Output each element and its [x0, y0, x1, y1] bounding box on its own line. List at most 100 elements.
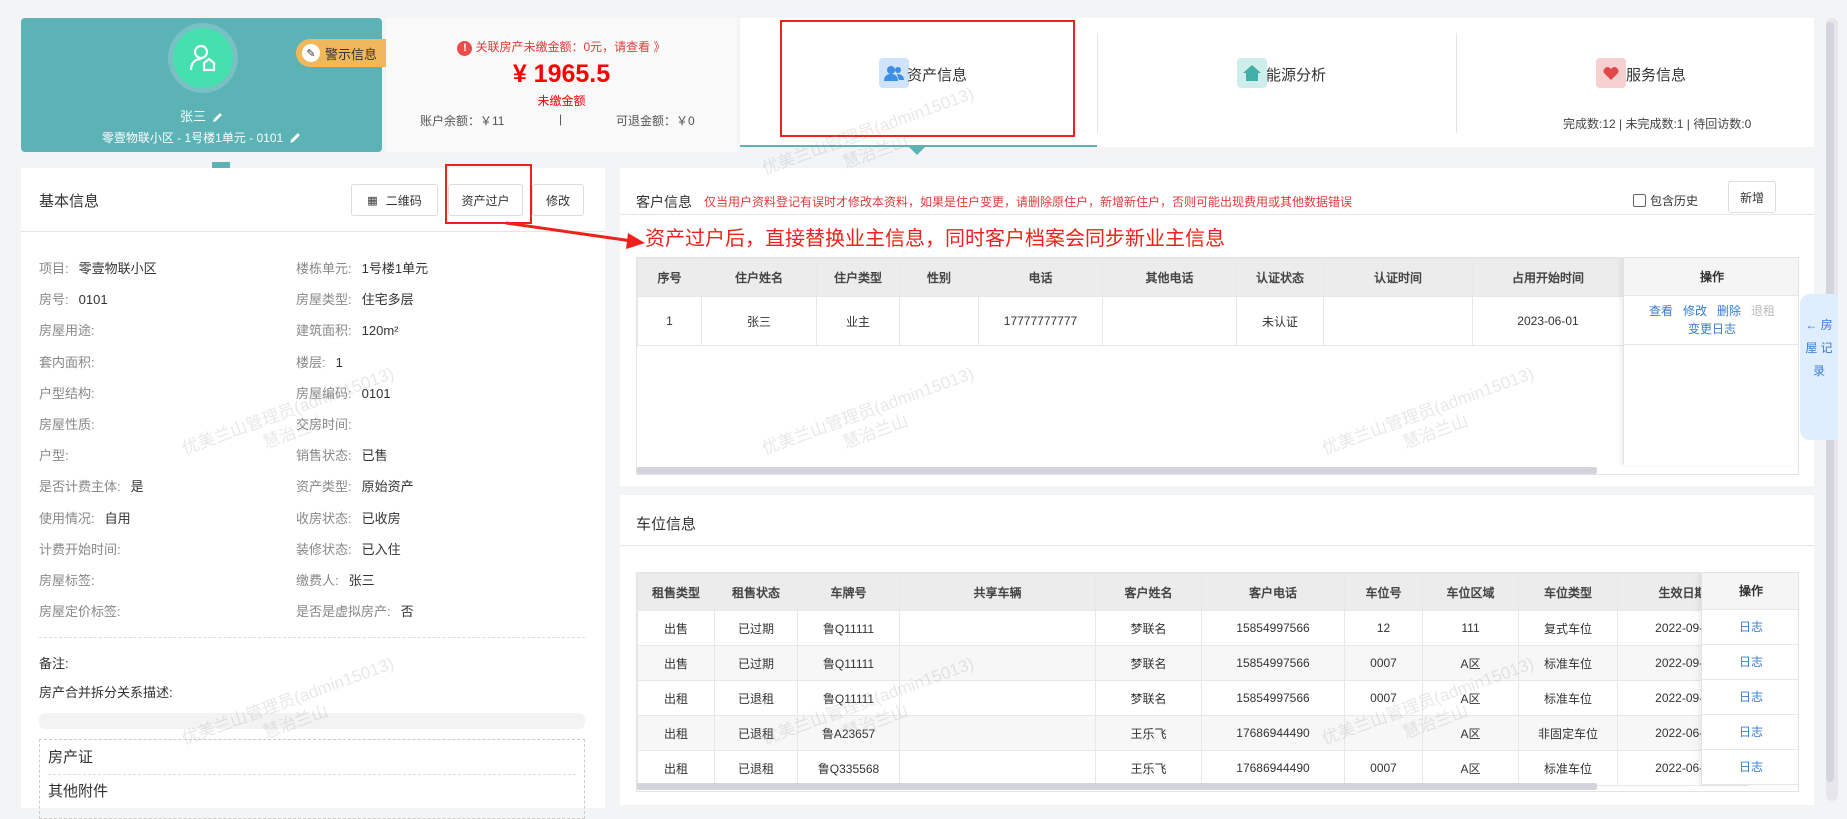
- info-row: 缴费人: 张三: [296, 570, 375, 589]
- table-cell: 出租: [637, 715, 715, 751]
- table-cell: [899, 750, 1096, 786]
- table-cell: 标准车位: [1518, 645, 1618, 681]
- info-label: 资产类型:: [296, 479, 352, 495]
- info-row: 收房状态: 已收房: [296, 508, 401, 527]
- log-link[interactable]: 日志: [1739, 655, 1763, 669]
- edit-name-icon[interactable]: [211, 112, 223, 124]
- warning-info-button[interactable]: ✎ 警示信息: [296, 39, 386, 67]
- info-label: 使用情况:: [39, 510, 95, 526]
- info-row: 是否计费主体: 是: [39, 476, 144, 495]
- table-cell: 张三: [701, 296, 817, 346]
- table-cell: A区: [1422, 645, 1519, 681]
- table-cell: 鲁Q335568: [797, 750, 900, 786]
- info-value: 原始资产: [361, 479, 414, 495]
- owner-avatar: [173, 28, 233, 88]
- info-label: 销售状态:: [296, 448, 352, 464]
- add-customer-button[interactable]: 新增: [1728, 181, 1776, 213]
- table-row: 出售 已过期 鲁Q11111 梦联名 15854997566 0007 A区 标准车位 2022…: [637, 645, 1748, 681]
- qr-code-label: 二维码: [385, 193, 422, 208]
- table-cell: 15854997566: [1201, 645, 1345, 681]
- table-cell: 0007: [1344, 645, 1423, 681]
- table-cell: 鲁Q11111: [797, 680, 900, 716]
- info-row: 套内面积:: [39, 352, 105, 371]
- info-value: 已入住: [361, 541, 401, 557]
- customer-info-note: 仅当用户资料登记有误时才修改本资料，如果是住户变更，请删除原住户，新增新住户，否…: [704, 195, 1353, 209]
- column-header: 住户姓名: [701, 258, 817, 297]
- table-cell: A区: [1422, 680, 1519, 716]
- info-row: 户型结构:: [39, 383, 105, 402]
- owner-address: 零壹物联小区 - 1号楼1单元 - 0101: [101, 131, 284, 145]
- column-header: 车位区域: [1422, 573, 1519, 611]
- qr-grid-icon: ▦: [367, 194, 378, 207]
- info-value: 已售: [361, 448, 388, 464]
- change-log-link[interactable]: 变更日志: [1688, 322, 1736, 336]
- parking-table-hscrollbar[interactable]: [637, 783, 1597, 790]
- info-row: 房号: 0101: [39, 289, 108, 308]
- add-label: 新增: [1739, 190, 1764, 205]
- active-tab-caret: [909, 147, 925, 155]
- include-history-checkbox[interactable]: 包含历史: [1633, 192, 1698, 209]
- log-link[interactable]: 日志: [1739, 725, 1763, 739]
- table-cell: 已过期: [714, 610, 798, 646]
- column-header: 租售状态: [714, 573, 798, 611]
- other-attachments-section[interactable]: 其他附件: [48, 780, 108, 801]
- info-row: 房屋性质:: [39, 414, 105, 433]
- table-cell: 梦联名: [1095, 645, 1202, 681]
- table-cell: 2023-06-01: [1472, 296, 1624, 346]
- property-cert-section[interactable]: 房产证: [48, 746, 93, 767]
- house-records-side-tab[interactable]: ← 房 屋 记 录: [1800, 294, 1838, 440]
- view-link[interactable]: 查看: [1649, 304, 1673, 318]
- info-value: 零壹物联小区: [78, 261, 157, 276]
- info-value: 120m²: [361, 323, 399, 339]
- table-cell: 17777777777: [978, 296, 1103, 346]
- alert-icon: !: [457, 41, 473, 56]
- column-header: 住户类型: [816, 258, 900, 297]
- info-label: 户型:: [39, 448, 69, 464]
- info-row: 销售状态: 已售: [296, 445, 388, 464]
- column-header: 共享车辆: [899, 573, 1096, 611]
- customer-table-hscrollbar[interactable]: [637, 467, 1597, 474]
- column-header: 客户姓名: [1095, 573, 1202, 611]
- delete-link[interactable]: 删除: [1717, 304, 1741, 318]
- basic-info-title: 基本信息: [39, 193, 100, 210]
- divider: [48, 774, 576, 775]
- tab-energy-analysis[interactable]: 能源分析: [1097, 18, 1456, 147]
- info-value: 是: [130, 479, 144, 495]
- info-value: 1号楼1单元: [361, 261, 429, 276]
- tab-label: 服务信息: [1626, 67, 1687, 84]
- heart-icon: [1596, 58, 1626, 88]
- tab-label: 能源分析: [1266, 67, 1327, 84]
- table-cell: 复式车位: [1518, 610, 1618, 646]
- parking-row-ops: 日志: [1702, 645, 1798, 680]
- info-row: 建筑面积: 120m²: [296, 320, 398, 339]
- basic-info-panel: 基本信息 ▦ 二维码 资产过户 修改 项目: 零壹物联小区 房号: 0101 房屋用途: 套…: [21, 168, 605, 819]
- info-label: 户型结构:: [39, 385, 95, 401]
- include-history-label: 包含历史: [1650, 194, 1699, 208]
- edit-button[interactable]: 修改: [532, 184, 584, 216]
- info-value: 自用: [104, 510, 131, 526]
- tab-service-info[interactable]: 服务信息 完成数:12 | 未完成数:1 | 待回访数:0: [1456, 18, 1814, 147]
- customer-info-header: 客户信息 仅当用户资料登记有误时才修改本资料，如果是住户变更，请删除原住户，新增…: [620, 168, 1814, 215]
- info-label: 是否是虚拟房产:: [296, 604, 391, 620]
- log-link[interactable]: 日志: [1739, 760, 1763, 774]
- info-label: 房屋性质:: [39, 417, 95, 432]
- edit-address-icon[interactable]: [288, 132, 301, 145]
- related-unpaid-link[interactable]: ! 关联房产未缴金额：0元，请查看 》: [386, 38, 737, 56]
- table-cell: 15854997566: [1201, 610, 1345, 646]
- table-cell: 王乐飞: [1095, 715, 1202, 751]
- table-cell: 12: [1344, 610, 1423, 646]
- parking-info-title: 车位信息: [636, 516, 697, 533]
- annotation-arrow: [505, 221, 645, 249]
- info-row: 装修状态: 已入住: [296, 539, 401, 558]
- column-header: 性别: [899, 258, 979, 297]
- separator: |: [559, 112, 563, 126]
- info-label: 楼栋单元:: [296, 261, 352, 276]
- home-icon: [1237, 58, 1267, 88]
- info-label: 房号:: [39, 292, 69, 308]
- log-link[interactable]: 日志: [1739, 690, 1763, 704]
- parking-row-ops: 日志: [1702, 610, 1798, 645]
- log-link[interactable]: 日志: [1739, 620, 1763, 634]
- edit-link[interactable]: 修改: [1683, 304, 1707, 318]
- info-row: 房屋标签:: [39, 570, 105, 589]
- qr-code-button[interactable]: ▦ 二维码: [351, 184, 438, 216]
